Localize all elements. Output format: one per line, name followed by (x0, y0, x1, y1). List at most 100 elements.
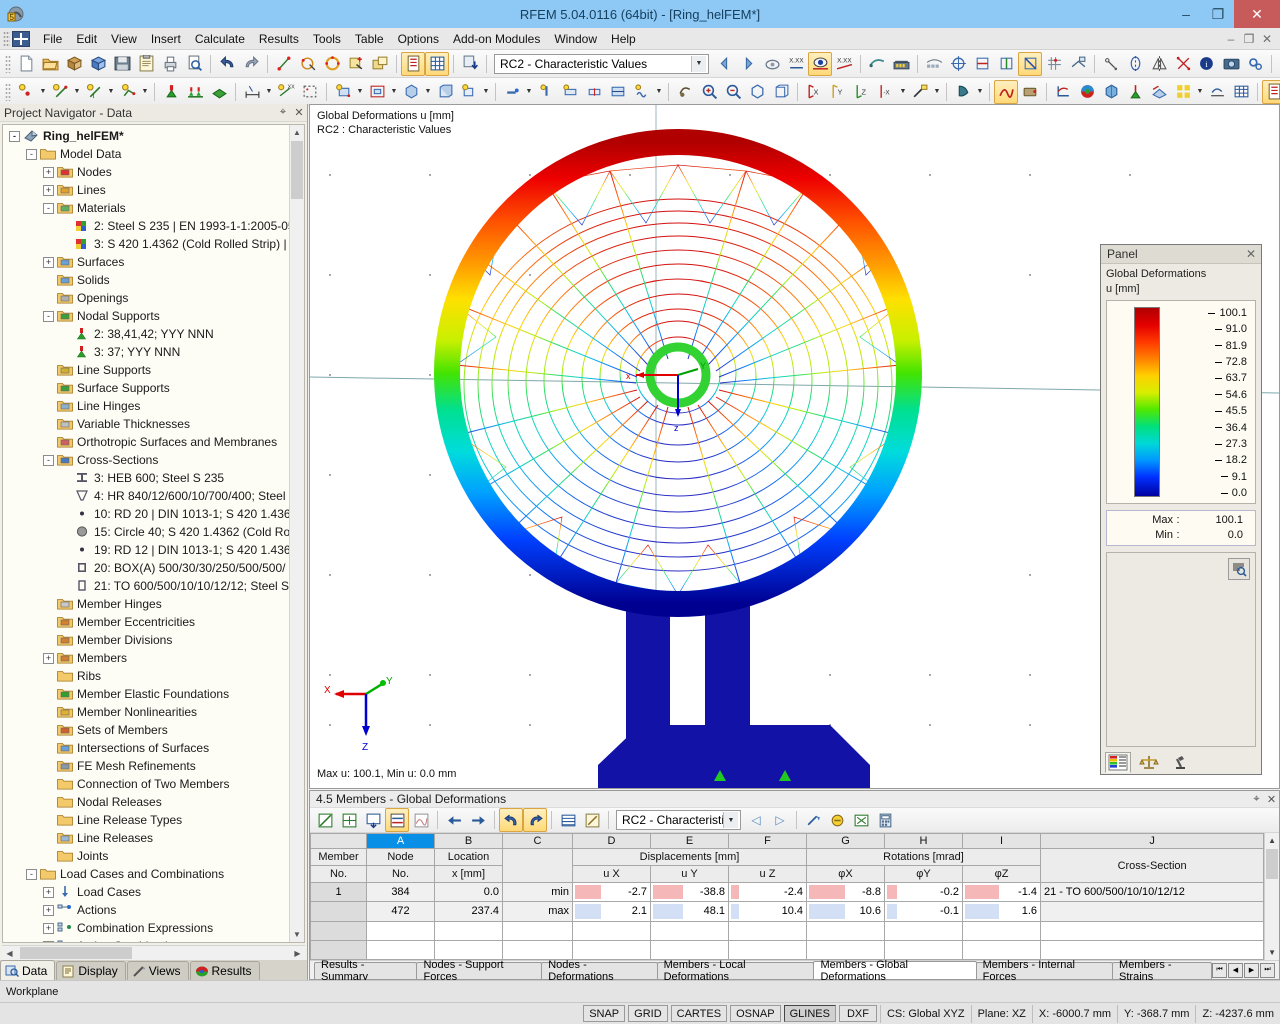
scale-button[interactable] (1171, 52, 1195, 76)
navigator-tab-display[interactable]: Display (56, 961, 126, 980)
vscroll-thumb[interactable] (291, 141, 303, 199)
result-diagram-button[interactable] (1205, 80, 1229, 104)
tree-item-20-box-a-500-30-30-250-500-500[interactable]: 20: BOX(A) 500/30/30/250/500/500/ (5, 559, 304, 577)
values-on-surfaces-button[interactable]: X.XX (832, 52, 856, 76)
render-mode-button[interactable] (908, 80, 932, 104)
dimension-dropdown[interactable]: ▼ (264, 80, 274, 104)
table-tab-results-summary[interactable]: Results - Summary (314, 959, 418, 983)
rotate-x-button[interactable] (970, 52, 994, 76)
tree-item-members[interactable]: + Members (5, 649, 304, 667)
zoom-all-button[interactable] (745, 80, 769, 104)
move-copy-button[interactable] (1099, 52, 1123, 76)
table-load-case-combo[interactable]: RC2 - Characteristic Va ▼ (616, 810, 741, 830)
tree-item-2-steel-s-235-en-1993-1-1-2005-05[interactable]: 2: Steel S 235 | EN 1993-1-1:2005-05 (5, 217, 304, 235)
new-line-button[interactable] (48, 80, 72, 104)
show-grid-button[interactable] (425, 51, 449, 76)
tree-item-load-cases[interactable]: + Load Cases (5, 883, 304, 901)
empty-cell[interactable] (1039, 920, 1265, 941)
tree-item-load-cases-and-combinations[interactable]: - Load Cases and Combinations (5, 865, 304, 883)
close-icon[interactable]: ✕ (1264, 793, 1279, 806)
toolbar-grip[interactable] (5, 82, 11, 101)
col-letter-b[interactable]: B (434, 833, 503, 849)
rotate-y-button[interactable] (994, 52, 1018, 76)
col-letter-a[interactable]: A (366, 833, 435, 849)
cell-minmax-type[interactable]: max (502, 901, 573, 922)
import-button[interactable] (458, 52, 482, 76)
printout-report-button[interactable] (889, 52, 913, 76)
col-letter-j[interactable]: J (1039, 833, 1265, 849)
navigator-tab-views[interactable]: Views (126, 961, 189, 980)
collapse-icon[interactable]: - (9, 130, 20, 142)
line-support-button[interactable] (183, 80, 207, 104)
table-row[interactable]: 1 384 0.0 min -2.7 -38.8 -2.4 -8.8 -0.2 -1.4 21 - … (310, 881, 1265, 903)
expand-icon[interactable]: + (43, 652, 54, 664)
toolbar-grip[interactable] (5, 54, 11, 73)
expand-icon[interactable]: + (43, 904, 54, 916)
zoom-detail-icon[interactable] (1228, 558, 1250, 580)
gears-icon-button[interactable] (1243, 52, 1267, 76)
table-tab-members-local-deformations[interactable]: Members - Local Deformations (656, 959, 815, 983)
empty-cell[interactable] (806, 939, 885, 960)
menu-item-file[interactable]: File (36, 30, 69, 48)
member-division-button[interactable] (582, 80, 606, 104)
new-opening-button[interactable] (365, 80, 389, 104)
printout-button[interactable] (1262, 79, 1280, 104)
tree-item-cross-sections[interactable]: - Cross-Sections (5, 451, 304, 469)
empty-cell[interactable] (310, 920, 367, 941)
cell-location[interactable]: 237.4 (434, 901, 503, 922)
next-load-case-button[interactable] (736, 52, 760, 76)
undo-button[interactable] (215, 52, 239, 76)
deformation-result-button[interactable] (1051, 80, 1075, 104)
print-preview-button[interactable] (182, 52, 206, 76)
empty-cell[interactable] (806, 920, 885, 941)
info-button[interactable]: i (1195, 52, 1219, 76)
table-prev-case-button[interactable]: ◁ (744, 808, 768, 832)
expand-icon[interactable]: + (43, 922, 54, 934)
tree-item-3-s-420-1-4362-cold-rolled-strip-e[interactable]: 3: S 420 1.4362 (Cold Rolled Strip) | E (5, 235, 304, 253)
col-letter-f[interactable]: F (728, 833, 807, 849)
menu-item-results[interactable]: Results (252, 30, 306, 48)
tree-item-line-releases[interactable]: Line Releases (5, 829, 304, 847)
table-undo-button[interactable] (499, 808, 523, 832)
new-line-dropdown[interactable]: ▼ (72, 80, 82, 104)
table-insert-row-button[interactable] (337, 808, 361, 832)
tree-item-ribs[interactable]: Ribs (5, 667, 304, 685)
table-vscrollbar[interactable]: ▲ ▼ (1264, 833, 1279, 960)
member-elastic-button[interactable] (630, 80, 654, 104)
table-tab-members-strains[interactable]: Members - Strains (1112, 959, 1212, 983)
collapse-icon[interactable]: - (26, 868, 37, 880)
mdi-minimize-button[interactable]: – (1222, 32, 1240, 46)
table-row[interactable]: 472 237.4 max 2.1 48.1 10.4 10.6 -0.1 1.6 (310, 901, 1265, 922)
tree-item-10-rd-20-din-1013-1-s-420-1-4362[interactable]: 10: RD 20 | DIN 1013-1; S 420 1.4362 (5, 505, 304, 523)
close-button[interactable]: ✕ (1234, 0, 1280, 28)
tree-item-member-elastic-foundations[interactable]: Member Elastic Foundations (5, 685, 304, 703)
navigator-vscrollbar[interactable]: ▲ ▼ (289, 125, 304, 942)
table-empty-row[interactable] (310, 939, 1265, 960)
tree-item-member-hinges[interactable]: Member Hinges (5, 595, 304, 613)
rotate-object-button[interactable] (1123, 52, 1147, 76)
empty-cell[interactable] (434, 920, 503, 941)
cell-ux[interactable]: 2.1 (572, 901, 651, 922)
empty-cell[interactable] (962, 920, 1041, 941)
cell-ux[interactable]: -2.7 (572, 881, 651, 903)
cell-member-no[interactable] (310, 901, 367, 922)
tree-item-19-rd-12-din-1013-1-s-420-1-4362[interactable]: 19: RD 12 | DIN 1013-1; S 420 1.4362 (5, 541, 304, 559)
empty-cell[interactable] (650, 920, 729, 941)
new-member-button[interactable] (500, 80, 524, 104)
tree-item-action-combinations[interactable]: + Action Combinations (5, 937, 304, 942)
menu-item-view[interactable]: View (104, 30, 144, 48)
new-line-type-dropdown[interactable]: ▼ (106, 80, 116, 104)
tree-item-15-circle-40-s-420-1-4362-cold-rol[interactable]: 15: Circle 40; S 420 1.4362 (Cold Rol (5, 523, 304, 541)
tree-item-openings[interactable]: Openings (5, 289, 304, 307)
show-results-button[interactable] (808, 51, 832, 76)
close-icon[interactable]: ✕ (1244, 247, 1258, 261)
tree-item-fe-mesh-refinements[interactable]: FE Mesh Refinements (5, 757, 304, 775)
expand-icon[interactable]: + (43, 886, 54, 898)
status-toggle-osnap[interactable]: OSNAP (730, 1005, 781, 1022)
menu-grip[interactable] (3, 30, 10, 47)
surface-support-button[interactable] (207, 80, 231, 104)
camera-button[interactable] (1219, 52, 1243, 76)
show-table-button[interactable] (401, 51, 425, 76)
table-tab-members-global-deformations[interactable]: Members - Global Deformations (813, 959, 977, 983)
rotate-z-button[interactable] (1018, 51, 1042, 76)
